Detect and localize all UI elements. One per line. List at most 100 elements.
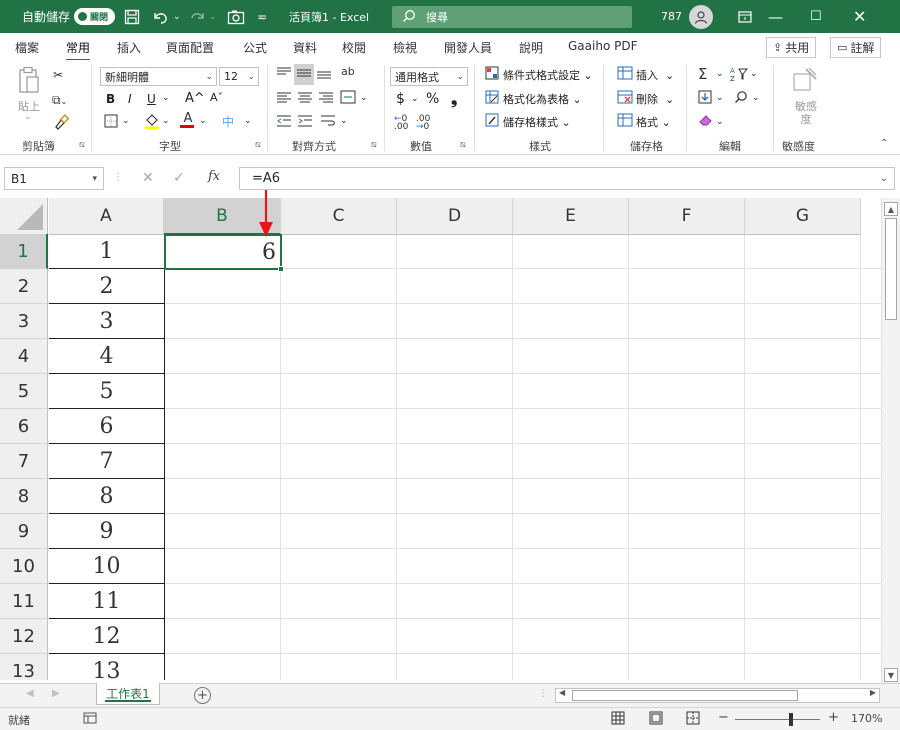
format-painter-icon[interactable] (53, 114, 70, 133)
tab-gaaiho-pdf[interactable]: Gaaiho PDF (568, 39, 637, 53)
scroll-down-icon[interactable]: ▼ (884, 668, 898, 682)
autosave-toggle[interactable]: 自動儲存 關閉 (22, 0, 116, 33)
prev-sheet-icon[interactable]: ◀ (26, 688, 34, 699)
conditional-format-button[interactable]: 條件式格式設定 ⌄ (503, 67, 593, 83)
paste-dropdown-icon[interactable]: ⌄ (24, 112, 32, 122)
cell-a5[interactable]: 5 (49, 374, 164, 409)
tab-page-layout[interactable]: 頁面配置 (166, 39, 214, 56)
save-icon[interactable] (124, 0, 140, 33)
tab-file[interactable]: 檔案 (15, 39, 39, 56)
row-header-1[interactable]: 1 (0, 234, 48, 269)
align-middle-icon[interactable] (294, 64, 314, 85)
vertical-scrollbar[interactable]: ▲ ▼ (881, 198, 900, 685)
row-header-4[interactable]: 4 (0, 339, 48, 374)
cell-a10[interactable]: 10 (49, 549, 164, 584)
customize-qat-icon[interactable]: ≂ (257, 0, 267, 33)
conditional-format-icon[interactable] (485, 66, 499, 83)
insert-cells-icon[interactable] (617, 66, 633, 83)
format-as-table-icon[interactable] (485, 90, 499, 107)
tab-home[interactable]: 常用 (66, 39, 91, 62)
text-orientation-icon[interactable]: ab (341, 65, 355, 78)
cell-a1[interactable]: 1 (49, 234, 164, 269)
vertical-scroll-thumb[interactable] (885, 218, 897, 320)
font-name-combo[interactable]: 新細明體 ⌄ (100, 67, 217, 86)
normal-view-icon[interactable] (611, 711, 625, 728)
select-all-button[interactable] (0, 198, 48, 235)
row-header-9[interactable]: 9 (0, 514, 48, 549)
comments-button[interactable]: ▭ 註解 (830, 37, 882, 58)
underline-button[interactable]: U (147, 92, 156, 106)
maximize-icon[interactable]: ☐ (810, 0, 856, 33)
page-layout-view-icon[interactable] (649, 711, 663, 728)
search-box[interactable]: 搜尋 (392, 6, 632, 28)
column-header-c[interactable]: C (281, 198, 397, 235)
sheet-tab-1[interactable]: 工作表1 (96, 683, 160, 705)
alignment-launcher-icon[interactable]: ⧅ (371, 140, 377, 150)
tab-developer[interactable]: 開發人員 (444, 39, 492, 56)
name-box[interactable]: B1 ▾ (4, 167, 104, 190)
number-format-combo[interactable]: 通用格式 ⌄ (390, 67, 468, 86)
phonetic-guide-icon[interactable]: 中 (222, 113, 234, 130)
formula-input[interactable]: =A6 ⌄ (239, 167, 895, 190)
tab-help[interactable]: 說明 (519, 39, 543, 56)
account-button[interactable] (689, 0, 713, 33)
decrease-indent-icon[interactable] (276, 114, 292, 131)
italic-button[interactable]: I (128, 92, 132, 106)
row-header-12[interactable]: 12 (0, 619, 48, 654)
bold-button[interactable]: B (106, 92, 115, 106)
worksheet-grid[interactable]: ABCDEFG 1 2 3 4 5 6 7 8 9 10 11 12 13 1 2 3 4 5 6 7 8 9 10 11 1… (0, 198, 881, 680)
undo-icon[interactable] (151, 0, 169, 33)
cell-a8[interactable]: 8 (49, 479, 164, 514)
column-header-g[interactable]: G (745, 198, 861, 235)
cell-a9[interactable]: 9 (49, 514, 164, 549)
tab-view[interactable]: 檢視 (393, 39, 417, 56)
tab-splitter-icon[interactable]: ⋮ (538, 688, 548, 699)
cell-a12[interactable]: 12 (49, 619, 164, 654)
column-header-e[interactable]: E (513, 198, 629, 235)
tab-insert[interactable]: 插入 (117, 39, 141, 56)
scroll-up-icon[interactable]: ▲ (884, 202, 898, 216)
font-launcher-icon[interactable]: ⧅ (255, 140, 261, 150)
tab-data[interactable]: 資料 (293, 39, 317, 56)
tab-review[interactable]: 校閱 (342, 39, 366, 56)
fill-dropdown-icon[interactable]: ⌄ (716, 93, 724, 103)
scroll-right-icon[interactable]: ▶ (870, 688, 876, 697)
row-header-10[interactable]: 10 (0, 549, 48, 584)
zoom-out-button[interactable]: − (718, 710, 729, 725)
delete-button[interactable]: 刪除 ⌄ (636, 91, 674, 107)
row-header-3[interactable]: 3 (0, 304, 48, 339)
add-sheet-button[interactable]: + (194, 687, 211, 704)
column-header-a[interactable]: A (49, 198, 164, 235)
close-icon[interactable]: ✕ (853, 0, 899, 33)
autosave-switch[interactable]: 關閉 (74, 8, 116, 25)
expand-formula-icon[interactable]: ⌄ (880, 173, 888, 184)
minimize-icon[interactable]: — (768, 0, 814, 33)
zoom-in-button[interactable]: + (828, 710, 839, 725)
format-cells-icon[interactable] (617, 113, 633, 130)
decrease-decimal-icon[interactable]: .00 →0 (416, 115, 430, 132)
row-header-7[interactable]: 7 (0, 444, 48, 479)
paste-icon[interactable] (18, 66, 40, 93)
currency-button[interactable]: $ (396, 91, 405, 107)
sort-filter-icon[interactable]: AZ (730, 66, 749, 85)
borders-dropdown-icon[interactable]: ⌄ (122, 116, 130, 126)
comma-button[interactable]: ❟ (451, 89, 457, 109)
accessibility-icon[interactable] (83, 711, 97, 728)
camera-icon[interactable] (227, 0, 245, 33)
align-bottom-icon[interactable] (316, 66, 332, 83)
share-button[interactable]: ⇪ 共用 (766, 37, 817, 58)
phonetic-dropdown-icon[interactable]: ⌄ (244, 116, 252, 126)
enter-formula-icon[interactable]: ✓ (173, 170, 185, 186)
next-sheet-icon[interactable]: ▶ (52, 688, 60, 699)
fill-color-dropdown-icon[interactable]: ⌄ (162, 116, 170, 126)
underline-dropdown-icon[interactable]: ⌄ (162, 93, 170, 103)
ribbon-display-icon[interactable] (738, 0, 752, 33)
format-as-table-button[interactable]: 格式化為表格 ⌄ (503, 91, 582, 107)
format-button[interactable]: 格式 ⌄ (636, 114, 671, 130)
find-select-icon[interactable] (734, 90, 748, 107)
page-break-view-icon[interactable] (686, 711, 700, 728)
number-launcher-icon[interactable]: ⧅ (460, 140, 466, 150)
autosum-icon[interactable]: Σ (698, 65, 707, 83)
tab-formulas[interactable]: 公式 (243, 39, 267, 56)
fill-color-icon[interactable] (144, 112, 160, 133)
